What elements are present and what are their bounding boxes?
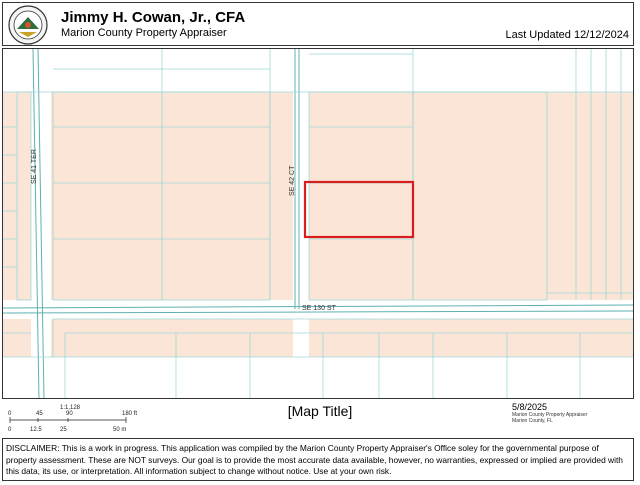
scale-m-tick-0: 0 <box>8 427 12 433</box>
last-updated-label: Last Updated 12/12/2024 <box>505 29 629 41</box>
disclaimer-text: DISCLAIMER: This is a work in progress. … <box>2 438 634 481</box>
credit-line-2: Marion County, FL <box>512 418 553 424</box>
scale-m-tick-1: 12.5 <box>30 427 42 433</box>
map-canvas[interactable]: SE 41 TER SE 42 CT SE 130 ST <box>3 49 634 399</box>
print-date: 5/8/2025 <box>512 402 548 412</box>
road-label-se-41-ter: SE 41 TER <box>31 149 38 184</box>
scale-m-tick-3: 50 m <box>113 427 126 433</box>
road-label-se-42-ct: SE 42 CT <box>289 165 296 196</box>
print-info: 5/8/2025 Marion County Property Appraise… <box>512 402 632 424</box>
seal-logo-icon <box>8 5 48 45</box>
page-title: Jimmy H. Cowan, Jr., CFA <box>61 9 246 26</box>
parcel-band-north <box>3 92 633 300</box>
scale-m-tick-2: 25 <box>60 427 67 433</box>
map-view[interactable]: SE 41 TER SE 42 CT SE 130 ST <box>2 48 634 399</box>
road-label-se-130-st: SE 130 ST <box>302 305 337 312</box>
page-subtitle: Marion County Property Appraiser <box>61 27 227 39</box>
header-bar: Jimmy H. Cowan, Jr., CFA Marion County P… <box>2 2 634 46</box>
parcel-band-south <box>3 319 633 357</box>
